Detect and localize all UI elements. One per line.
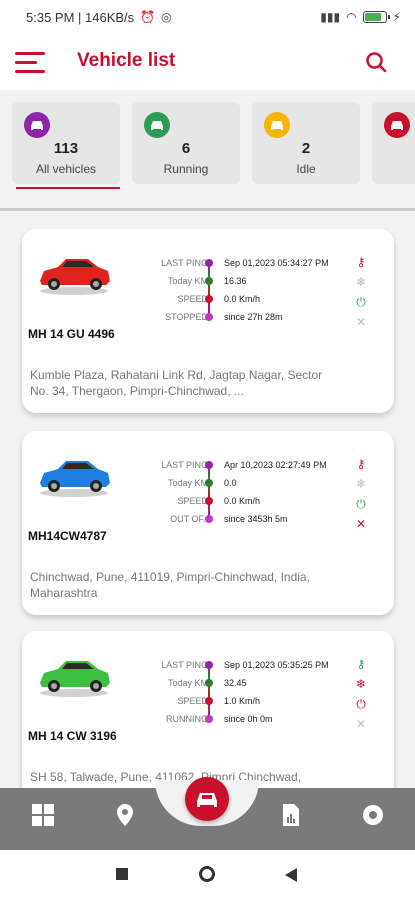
status-icons: ⚷ ❄ ⏻ ✕ [354, 457, 368, 537]
value-status: since 0h 0m [224, 714, 273, 724]
page-title: Vehicle list [77, 50, 176, 71]
value-today-km: 32.45 [224, 678, 247, 688]
car-icon [24, 112, 50, 138]
battery-icon [362, 11, 390, 23]
value-speed: 0.0 Km/h [224, 496, 261, 506]
report-icon[interactable] [278, 802, 304, 828]
summary-count: 2 [301, 140, 311, 157]
label-status: RUNNING [166, 714, 208, 724]
menu-icon[interactable] [15, 52, 45, 74]
car-icon [144, 112, 170, 138]
vehicle-plate: MH14CW4787 [28, 529, 107, 543]
active-tab-indicator [16, 187, 120, 189]
summary-label: Idle [296, 162, 316, 176]
field-labels: LAST PING Today KM SPEED OUT OF.. [140, 459, 208, 531]
location-icon[interactable] [112, 802, 138, 828]
vehicle-address: Chinchwad, Pune, 411019, Pimpri-Chinchwa… [30, 570, 310, 600]
back-button[interactable] [285, 868, 297, 882]
timeline [205, 461, 213, 523]
car-icon [197, 793, 217, 807]
car-image [40, 461, 110, 497]
field-values: Apr 10,2023 02:27:49 PM 0.0 0.0 Km/h sin… [224, 459, 344, 531]
value-today-km: 0.0 [224, 478, 237, 488]
settings-icon[interactable] [360, 802, 386, 828]
status-icons: ⚷ ❄ ⏻ ✕ [354, 657, 368, 737]
car-icon [264, 112, 290, 138]
label-status: OUT OF.. [170, 514, 208, 524]
field-values: Sep 01,2023 05:35:25 PM 32.45 1.0 Km/h s… [224, 659, 344, 731]
vehicle-plate: MH 14 CW 3196 [28, 729, 117, 743]
label-today-km: Today KM [167, 478, 208, 488]
value-speed: 0.0 Km/h [224, 294, 261, 304]
field-values: Sep 01,2023 05:34:27 PM 16.36 0.0 Km/h s… [224, 257, 344, 329]
value-today-km: 16.36 [224, 276, 247, 286]
app-bar: Vehicle list [0, 34, 415, 90]
key-icon: ⚷ [356, 255, 366, 269]
timeline [205, 661, 213, 723]
home-button[interactable] [199, 866, 215, 882]
summary-count: 6 [181, 140, 191, 157]
value-status: since 3453h 5m [224, 514, 288, 524]
vehicle-card[interactable]: MH 14 GU 4496 LAST PING Today KM SPEED S… [22, 229, 394, 413]
alarm-icon: ⏰ [140, 10, 156, 24]
status-icons: ⚷ ❄ ⏻ ✕ [354, 255, 368, 335]
charging-icon: ⚡ [392, 10, 401, 24]
vehicle-list[interactable]: MH 14 GU 4496 LAST PING Today KM SPEED S… [0, 211, 415, 788]
label-status: STOPPED [165, 312, 208, 322]
summary-count: 113 [53, 140, 79, 157]
summary-label: Running [163, 162, 209, 176]
label-speed: SPEED [177, 496, 208, 506]
label-today-km: Today KM [167, 276, 208, 286]
value-last-ping: Sep 01,2023 05:34:27 PM [224, 258, 329, 268]
vehicle-list-fab[interactable] [185, 777, 229, 821]
summary-card-all[interactable]: 113 All vehicles [12, 102, 120, 184]
summary-card-stopped[interactable] [372, 102, 415, 184]
wifi-icon: ◠ [346, 10, 357, 24]
label-today-km: Today KM [167, 678, 208, 688]
value-status: since 27h 28m [224, 312, 283, 322]
car-image [40, 661, 110, 697]
value-speed: 1.0 Km/h [224, 696, 261, 706]
label-last-ping: LAST PING [161, 660, 208, 670]
vehicle-address: Kumble Plaza, Rahatani Link Rd, Jagtap N… [30, 368, 323, 398]
gps-icon: ✕ [355, 315, 367, 329]
label-speed: SPEED [177, 696, 208, 706]
timeline [205, 259, 213, 321]
value-last-ping: Sep 01,2023 05:35:25 PM [224, 660, 329, 670]
summary-label: All vehicles [35, 162, 97, 176]
power-icon: ⏻ [356, 295, 366, 309]
field-labels: LAST PING Today KM SPEED RUNNING [140, 659, 208, 731]
ac-icon: ❄ [355, 477, 367, 491]
summary-card-idle[interactable]: 2 Idle [252, 102, 360, 184]
power-icon: ⏻ [356, 497, 366, 511]
vehicle-card[interactable]: MH 14 CW 3196 LAST PING Today KM SPEED R… [22, 631, 394, 788]
power-icon: ⏻ [356, 697, 366, 711]
sync-icon: ◎ [161, 10, 172, 24]
system-nav-bar [0, 850, 415, 900]
recents-button[interactable] [116, 868, 128, 880]
label-speed: SPEED [177, 294, 208, 304]
gps-icon: ✕ [355, 717, 367, 731]
value-last-ping: Apr 10,2023 02:27:49 PM [224, 460, 327, 470]
label-last-ping: LAST PING [161, 258, 208, 268]
car-image [40, 259, 110, 295]
status-time: 5:35 PM | 146KB/s [26, 9, 135, 25]
vehicle-plate: MH 14 GU 4496 [28, 327, 115, 341]
key-icon: ⚷ [356, 657, 366, 671]
status-bar: 5:35 PM | 146KB/s ⏰ ◎ ▮▮▮ ◠ ⚡ [0, 0, 415, 34]
summary-card-running[interactable]: 6 Running [132, 102, 240, 184]
summary-strip: 113 All vehicles 6 Running 2 Idle [0, 90, 415, 212]
search-icon[interactable] [365, 51, 387, 73]
dashboard-icon[interactable] [30, 802, 56, 828]
ac-icon: ❄ [355, 275, 367, 289]
car-icon [384, 112, 410, 138]
signal-icon: ▮▮▮ [320, 10, 341, 24]
key-icon: ⚷ [356, 457, 366, 471]
field-labels: LAST PING Today KM SPEED STOPPED [140, 257, 208, 329]
label-last-ping: LAST PING [161, 460, 208, 470]
ac-icon: ❄ [355, 677, 367, 691]
vehicle-card[interactable]: MH14CW4787 LAST PING Today KM SPEED OUT … [22, 431, 394, 615]
gps-icon: ✕ [355, 517, 367, 531]
